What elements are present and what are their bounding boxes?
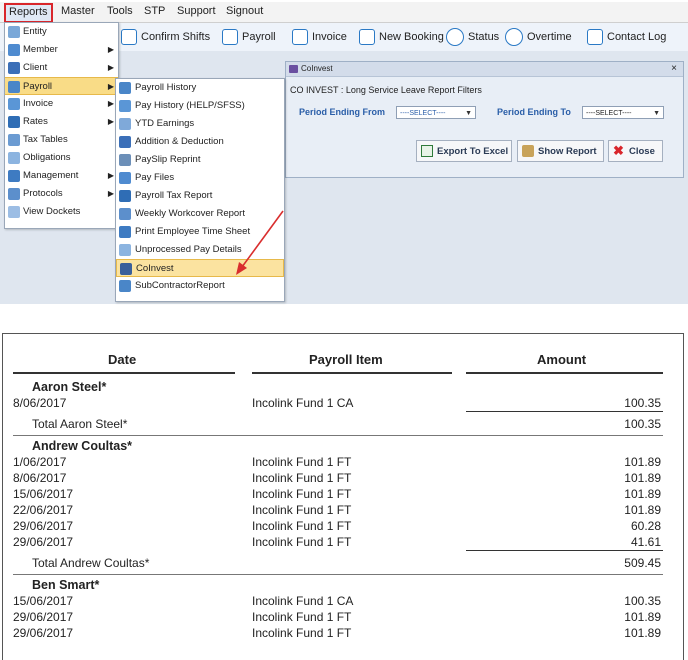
row-payroll-item: Incolink Fund 1 FT xyxy=(252,471,352,485)
row-amount: 101.89 xyxy=(624,455,661,469)
column-header-amount: Amount xyxy=(537,352,587,367)
employee-name: Andrew Coultas* xyxy=(32,439,133,453)
row-amount: 41.61 xyxy=(630,535,661,549)
row-payroll-item: Incolink Fund 1 FT xyxy=(252,519,352,533)
application-window: Reports Master Tools STP Support Signout… xyxy=(0,0,688,304)
subtotal-rule xyxy=(466,411,663,412)
row-amount: 101.89 xyxy=(624,503,661,517)
employee-total-amount: 100.35 xyxy=(624,417,661,431)
row-amount: 100.35 xyxy=(624,396,661,410)
row-payroll-item: Incolink Fund 1 FT xyxy=(252,487,352,501)
row-payroll-item: Incolink Fund 1 FT xyxy=(252,455,352,469)
employee-total-amount: 509.45 xyxy=(624,556,661,570)
row-date: 22/06/2017 xyxy=(13,503,74,517)
header-underline-item xyxy=(252,372,452,374)
row-amount: 101.89 xyxy=(624,610,661,624)
row-date: 15/06/2017 xyxy=(13,594,74,608)
row-amount: 101.89 xyxy=(624,487,661,501)
subtotal-rule xyxy=(466,550,663,551)
group-separator xyxy=(13,574,663,575)
row-date: 1/06/2017 xyxy=(13,455,67,469)
employee-total-label: Total Aaron Steel* xyxy=(32,417,128,431)
row-date: 29/06/2017 xyxy=(13,626,74,640)
column-header-payroll-item: Payroll Item xyxy=(309,352,383,367)
header-underline-amount xyxy=(466,372,663,374)
employee-name: Aaron Steel* xyxy=(32,380,107,394)
row-amount: 101.89 xyxy=(624,626,661,640)
employee-total-label: Total Andrew Coultas* xyxy=(32,556,150,570)
row-amount: 100.35 xyxy=(624,594,661,608)
row-payroll-item: Incolink Fund 1 CA xyxy=(252,594,354,608)
row-payroll-item: Incolink Fund 1 FT xyxy=(252,626,352,640)
row-payroll-item: Incolink Fund 1 FT xyxy=(252,535,352,549)
row-date: 15/06/2017 xyxy=(13,487,74,501)
row-payroll-item: Incolink Fund 1 FT xyxy=(252,610,352,624)
row-date: 29/06/2017 xyxy=(13,535,74,549)
row-date: 29/06/2017 xyxy=(13,519,74,533)
row-date: 8/06/2017 xyxy=(13,471,67,485)
row-date: 29/06/2017 xyxy=(13,610,74,624)
row-payroll-item: Incolink Fund 1 FT xyxy=(252,503,352,517)
group-separator xyxy=(13,435,663,436)
row-date: 8/06/2017 xyxy=(13,396,67,410)
report-page: Date Payroll Item Amount Aaron Steel* 8/0… xyxy=(2,333,684,660)
employee-name: Ben Smart* xyxy=(32,578,100,592)
row-amount: 60.28 xyxy=(630,519,661,533)
column-header-date: Date xyxy=(108,352,137,367)
annotation-arrow xyxy=(236,210,284,275)
row-payroll-item: Incolink Fund 1 CA xyxy=(252,396,354,410)
row-amount: 101.89 xyxy=(624,471,661,485)
header-underline-date xyxy=(13,372,235,374)
